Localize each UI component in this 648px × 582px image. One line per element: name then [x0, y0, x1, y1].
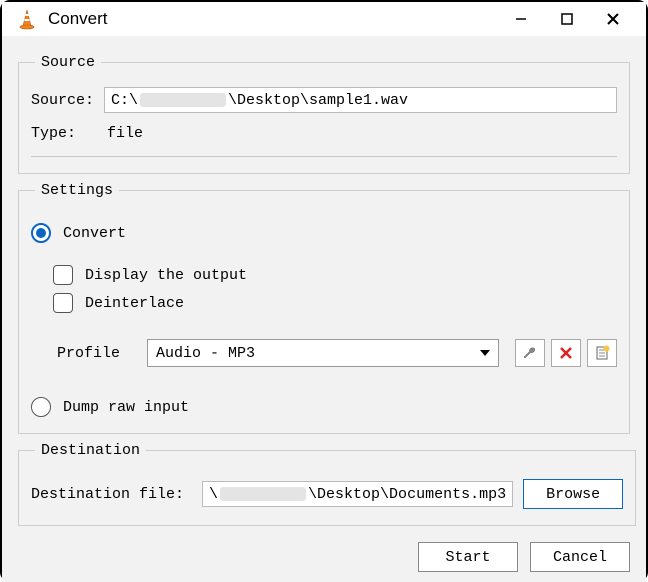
profile-value: Audio - MP3 — [156, 345, 255, 362]
source-path-suffix: \Desktop\sample1.wav — [228, 92, 408, 109]
footer-buttons: Start Cancel — [18, 526, 630, 572]
delete-profile-button[interactable] — [551, 339, 581, 367]
start-button[interactable]: Start — [418, 542, 518, 572]
minimize-button[interactable] — [498, 2, 544, 36]
deinterlace-label: Deinterlace — [85, 295, 184, 312]
browse-button[interactable]: Browse — [523, 479, 623, 509]
display-output-label: Display the output — [85, 267, 247, 284]
window-title: Convert — [48, 9, 498, 29]
client-area: Source Source: C:\ \Desktop\sample1.wav T… — [2, 36, 646, 582]
destination-label: Destination file: — [31, 486, 184, 503]
chevron-down-icon — [480, 350, 490, 356]
browse-button-label: Browse — [546, 486, 600, 503]
redacted-segment — [140, 93, 226, 107]
source-path-field[interactable]: C:\ \Desktop\sample1.wav — [104, 87, 617, 113]
source-separator — [31, 156, 617, 157]
convert-window: Convert Source Source: C:\ \Desktop\sampl… — [0, 0, 648, 582]
new-profile-button[interactable] — [587, 339, 617, 367]
close-button[interactable] — [590, 2, 636, 36]
type-label: Type: — [31, 125, 97, 142]
edit-profile-button[interactable] — [515, 339, 545, 367]
destination-suffix: \Desktop\Documents.mp3 — [308, 486, 506, 503]
dump-raw-radio-row[interactable]: Dump raw input — [31, 397, 617, 417]
settings-group: Settings Convert Display the output Dein… — [18, 182, 630, 434]
x-icon — [558, 345, 574, 361]
destination-legend: Destination — [35, 442, 146, 459]
type-value: file — [107, 125, 143, 142]
settings-legend: Settings — [35, 182, 119, 199]
source-legend: Source — [35, 54, 101, 71]
titlebar: Convert — [2, 2, 646, 36]
profile-label: Profile — [57, 345, 137, 362]
convert-radio[interactable] — [31, 223, 51, 243]
new-document-icon — [594, 345, 610, 361]
convert-radio-label: Convert — [63, 225, 126, 242]
destination-prefix: \ — [209, 486, 218, 503]
destination-group: Destination Destination file: \ \Desktop\… — [18, 442, 636, 526]
convert-radio-row[interactable]: Convert — [31, 223, 617, 243]
source-path-prefix: C:\ — [111, 92, 138, 109]
wrench-icon — [522, 345, 538, 361]
profile-select[interactable]: Audio - MP3 — [147, 339, 499, 367]
window-controls — [498, 2, 636, 36]
destination-file-field[interactable]: \ \Desktop\Documents.mp3 — [202, 481, 513, 507]
source-group: Source Source: C:\ \Desktop\sample1.wav T… — [18, 54, 630, 174]
maximize-button[interactable] — [544, 2, 590, 36]
source-label: Source: — [31, 92, 94, 109]
vlc-cone-icon — [16, 8, 38, 30]
dump-raw-radio[interactable] — [31, 397, 51, 417]
display-output-checkbox-row[interactable]: Display the output — [53, 265, 617, 285]
deinterlace-checkbox[interactable] — [53, 293, 73, 313]
dump-raw-label: Dump raw input — [63, 399, 189, 416]
start-button-label: Start — [445, 549, 490, 566]
deinterlace-checkbox-row[interactable]: Deinterlace — [53, 293, 617, 313]
cancel-button[interactable]: Cancel — [530, 542, 630, 572]
redacted-segment — [220, 487, 306, 501]
cancel-button-label: Cancel — [553, 549, 607, 566]
display-output-checkbox[interactable] — [53, 265, 73, 285]
